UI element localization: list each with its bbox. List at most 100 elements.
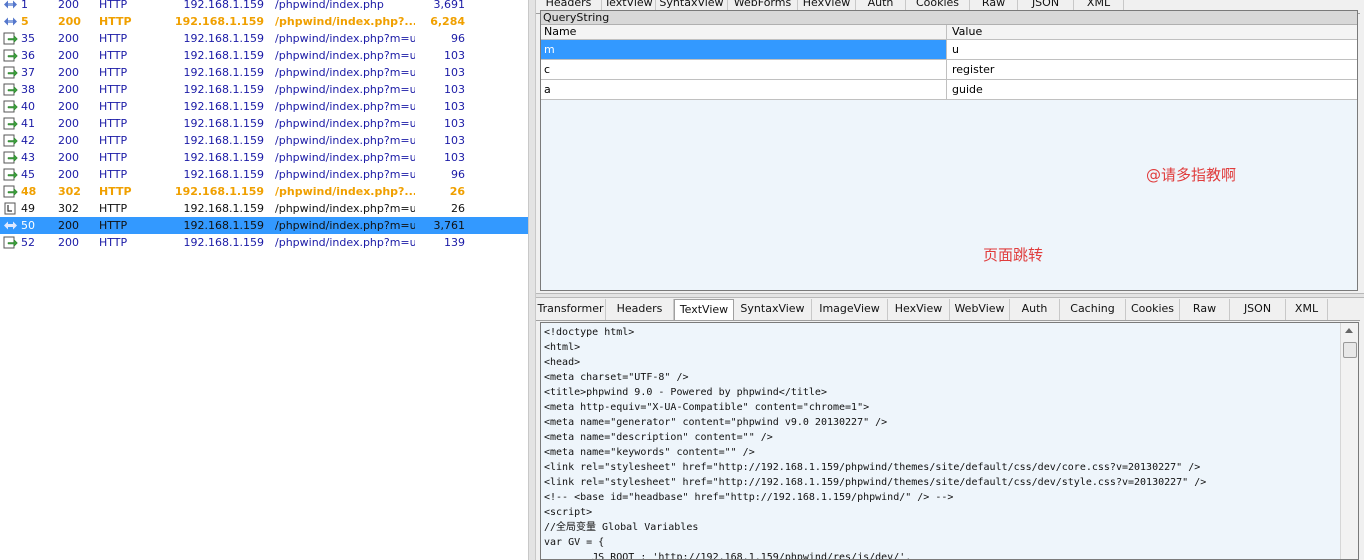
session-url: /phpwind/index.php?m=u... [275,202,415,215]
response-tab-imageview[interactable]: ImageView [812,299,888,320]
session-protocol: HTTP [99,49,128,62]
session-row[interactable]: 45 200 HTTP 192.168.1.159/phpwind/index.php… [0,166,528,183]
session-host: 192.168.1.159 [183,49,264,62]
session-row[interactable]: 49 302 HTTP 192.168.1.159/phpwind/index.php… [0,200,528,217]
response-tab-raw[interactable]: Raw [1180,299,1230,320]
response-tab-transformer[interactable]: Transformer [536,299,606,320]
session-result: 302 [58,185,81,198]
session-host: 192.168.1.159 [183,100,264,113]
session-row[interactable]: 37 200 HTTP 192.168.1.159/phpwind/index.php… [0,64,528,81]
session-body-size: 103 [444,66,465,79]
response-tab-cookies[interactable]: Cookies [1126,299,1180,320]
session-protocol: HTTP [99,0,128,11]
session-protocol: HTTP [99,32,128,45]
session-protocol: HTTP [99,15,132,28]
session-url: /phpwind/index.php?m=u... [275,32,415,45]
session-body-size: 103 [444,83,465,96]
session-host: 192.168.1.159 [183,168,264,181]
session-url: /phpwind/index.php?m=u... [275,151,415,164]
session-host: 192.168.1.159 [183,66,264,79]
session-result: 200 [58,100,79,113]
session-body-size: 103 [444,100,465,113]
param-name: a [541,80,947,99]
session-host: 192.168.1.159 [183,202,264,215]
session-protocol: HTTP [99,236,128,249]
response-tab-json[interactable]: JSON [1230,299,1286,320]
session-protocol: HTTP [99,66,128,79]
response-tab-xml[interactable]: XML [1286,299,1328,320]
session-url: /phpwind/index.php?m=u... [275,236,415,249]
session-row[interactable]: 43 200 HTTP 192.168.1.159/phpwind/index.php… [0,149,528,166]
session-body-size: 103 [444,134,465,147]
session-list[interactable]: 1 200 HTTP 192.168.1.159/phpwind/index.php 3… [0,0,528,560]
session-url: /phpwind/index.php?... [275,15,415,28]
session-result: 200 [58,151,79,164]
param-value: guide [952,83,983,96]
querystring-row[interactable]: mu [541,40,1357,60]
session-body-size: 26 [449,185,465,198]
session-protocol: HTTP [99,100,128,113]
response-tab-headers[interactable]: Headers [606,299,674,320]
redirect-icon [3,202,18,215]
session-result: 200 [58,219,79,232]
scroll-up-arrow-icon[interactable] [1345,328,1353,333]
column-header-value[interactable]: Value [948,25,1357,39]
session-number: 42 [21,134,35,147]
code-line: <title>phpwind 9.0 - Powered by phpwind<… [544,387,827,398]
session-result: 200 [58,66,79,79]
response-arrow-icon [3,49,18,62]
session-url: /phpwind/index.php?m=u... [275,117,415,130]
session-row[interactable]: 50 200 HTTP 192.168.1.159/phpwind/index.php… [0,217,528,234]
horizontal-splitter[interactable] [536,293,1364,298]
param-name: c [541,60,947,79]
querystring-row[interactable]: a guide [541,80,1357,100]
response-tab-hexview[interactable]: HexView [888,299,950,320]
session-row[interactable]: 35 200 HTTP 192.168.1.159/phpwind/index.php… [0,30,528,47]
session-row[interactable]: 5 200 HTTP 192.168.1.159/phpwind/index.php?… [0,13,528,30]
double-arrow-icon [3,15,18,28]
session-number: 43 [21,151,35,164]
session-row[interactable]: 48 302 HTTP 192.168.1.159/phpwind/index.php… [0,183,528,200]
session-row[interactable]: 41 200 HTTP 192.168.1.159/phpwind/index.php… [0,115,528,132]
session-protocol: HTTP [99,202,128,215]
response-arrow-icon [3,134,18,147]
session-protocol: HTTP [99,134,128,147]
session-number: 48 [21,185,37,198]
response-tab-syntaxview[interactable]: SyntaxView [734,299,812,320]
session-body-size: 103 [444,117,465,130]
session-row[interactable]: 52 200 HTTP 192.168.1.159/phpwind/index.php… [0,234,528,251]
session-row[interactable]: 38 200 HTTP 192.168.1.159/phpwind/index.php… [0,81,528,98]
session-row[interactable]: 40 200 HTTP 192.168.1.159/phpwind/index.php… [0,98,528,115]
session-body-size: 96 [451,168,465,181]
response-tab-textview[interactable]: TextView [674,299,734,320]
response-arrow-icon [3,117,18,130]
session-row[interactable]: 36 200 HTTP 192.168.1.159/phpwind/index.php… [0,47,528,64]
session-protocol: HTTP [99,151,128,164]
vertical-splitter[interactable] [528,0,536,560]
column-header-name[interactable]: Name [541,25,947,39]
session-row[interactable]: 1 200 HTTP 192.168.1.159/phpwind/index.php 3… [0,0,528,13]
session-number: 50 [21,219,35,232]
session-number: 52 [21,236,35,249]
session-number: 41 [21,117,35,130]
response-tab-webview[interactable]: WebView [950,299,1010,320]
session-result: 200 [58,49,79,62]
response-tab-caching[interactable]: Caching [1060,299,1126,320]
session-url: /phpwind/index.php?m=u... [275,134,415,147]
code-line: JS_ROOT : 'http://192.168.1.159/phpwind/… [544,552,912,560]
querystring-table: Name Value m u c register a guide [541,25,1357,100]
vertical-scrollbar[interactable] [1340,323,1358,559]
session-number: 35 [21,32,35,45]
param-name: m [541,40,947,59]
response-arrow-icon [3,32,18,45]
response-tab-auth[interactable]: Auth [1010,299,1060,320]
session-url: /phpwind/index.php?m=u... [275,66,415,79]
querystring-row[interactable]: c register [541,60,1357,80]
session-row[interactable]: 42 200 HTTP 192.168.1.159/phpwind/index.php… [0,132,528,149]
code-line: <!-- <base id="headbase" href="http://19… [544,492,954,503]
session-body-size: 6,284 [430,15,465,28]
scroll-thumb[interactable] [1343,342,1357,358]
response-textview[interactable]: <!doctype html> <html> <head> <meta charset… [540,322,1359,560]
session-body-size: 96 [451,32,465,45]
code-line: <html> [544,342,581,353]
